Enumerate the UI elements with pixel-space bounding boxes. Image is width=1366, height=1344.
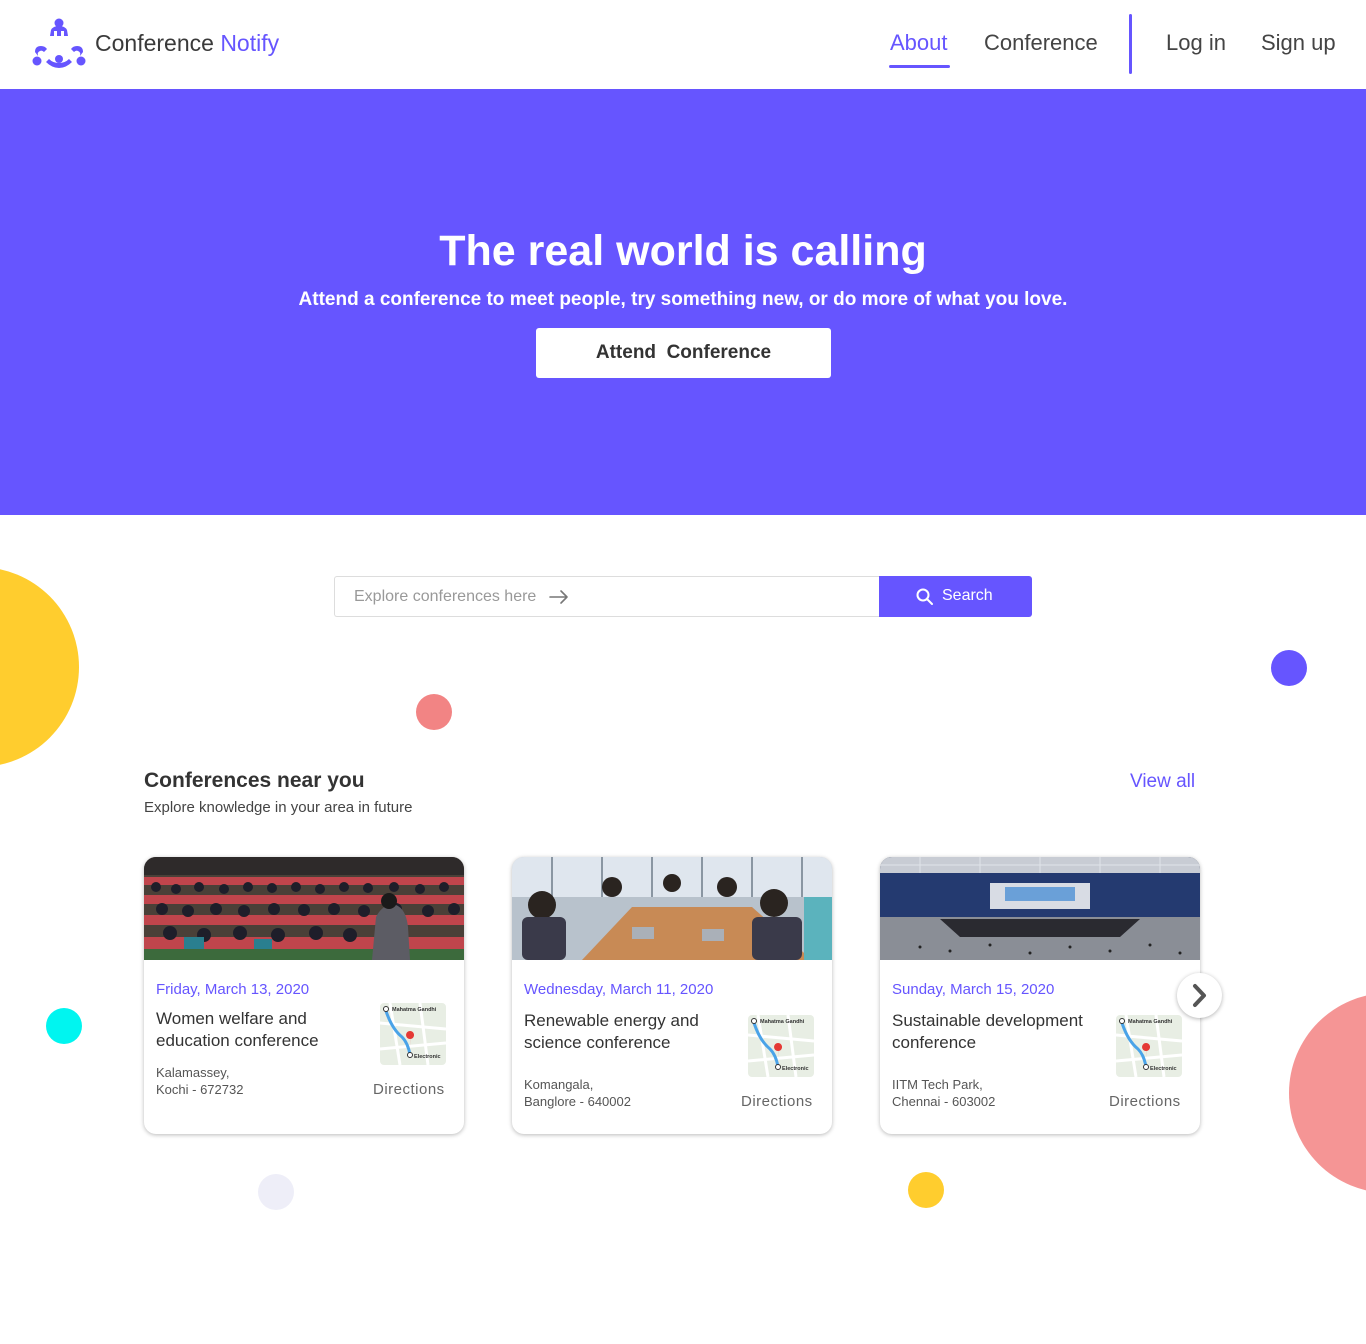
nav-login[interactable]: Log in bbox=[1166, 30, 1226, 56]
conference-photo-auditorium bbox=[144, 857, 464, 960]
card-date: Friday, March 13, 2020 bbox=[156, 981, 310, 998]
directions-link[interactable]: Directions bbox=[1109, 1093, 1181, 1110]
decor-circle-coral-large bbox=[1289, 993, 1366, 1193]
card-address-line1: IITM Tech Park, bbox=[892, 1077, 983, 1092]
section-subtitle: Explore knowledge in your area in future bbox=[144, 799, 413, 816]
card-date: Sunday, March 15, 2020 bbox=[892, 981, 1055, 998]
card-address: Komangala, Banglore - 640002 bbox=[524, 1076, 631, 1110]
search-icon bbox=[916, 588, 933, 605]
decor-circle-cyan bbox=[46, 1008, 82, 1044]
card-address-line1: Kalamassey, bbox=[156, 1065, 230, 1080]
nav-about[interactable]: About bbox=[890, 30, 948, 56]
carousel-next-button[interactable] bbox=[1177, 973, 1222, 1018]
map-label-bottom: Electronic bbox=[1150, 1066, 1177, 1072]
card-date: Wednesday, March 11, 2020 bbox=[524, 981, 714, 998]
brand-name-part1: Conference bbox=[95, 30, 214, 56]
search-button-label: Search bbox=[942, 587, 993, 604]
card-address-line1: Komangala, bbox=[524, 1077, 594, 1092]
search-bar: Search bbox=[334, 576, 1032, 617]
map-label-top: Mahatma Gandhi bbox=[1128, 1019, 1173, 1025]
map-thumbnail[interactable]: Mahatma Gandhi Electronic bbox=[380, 1003, 446, 1065]
hero-subtitle: Attend a conference to meet people, try … bbox=[298, 289, 1068, 310]
decor-circle-lavender bbox=[258, 1174, 294, 1210]
directions-link[interactable]: Directions bbox=[373, 1081, 445, 1098]
card-address: IITM Tech Park, Chennai - 603002 bbox=[892, 1076, 995, 1110]
conference-photo-arena bbox=[880, 857, 1200, 960]
map-thumbnail[interactable]: Mahatma Gandhi Electronic bbox=[748, 1015, 814, 1077]
map-label-bottom: Electronic bbox=[414, 1054, 441, 1060]
conference-card[interactable]: Sunday, March 15, 2020 Sustainable devel… bbox=[880, 857, 1200, 1134]
people-group-icon[interactable] bbox=[32, 18, 86, 70]
page: Conference Notify About Conference Log i… bbox=[0, 0, 1366, 1344]
card-title[interactable]: Renewable energy and science conference bbox=[524, 1010, 734, 1054]
search-button[interactable]: Search bbox=[879, 576, 1032, 617]
conference-card[interactable]: Wednesday, March 11, 2020 Renewable ener… bbox=[512, 857, 832, 1134]
card-title[interactable]: Sustainable development conference bbox=[892, 1010, 1102, 1054]
directions-link[interactable]: Directions bbox=[741, 1093, 813, 1110]
decor-circle-coral bbox=[416, 694, 452, 730]
chevron-right-icon bbox=[1193, 984, 1206, 1007]
arrow-right-icon bbox=[549, 590, 568, 604]
view-all-link[interactable]: View all bbox=[1130, 771, 1195, 793]
decor-circle-yellow-small bbox=[908, 1172, 944, 1208]
map-label-top: Mahatma Gandhi bbox=[392, 1007, 437, 1013]
section-title: Conferences near you bbox=[144, 769, 365, 792]
top-navbar: Conference Notify About Conference Log i… bbox=[0, 0, 1366, 89]
map-thumbnail[interactable]: Mahatma Gandhi Electronic bbox=[1116, 1015, 1182, 1077]
map-label-bottom: Electronic bbox=[782, 1066, 809, 1072]
hero-banner: The real world is calling Attend a confe… bbox=[0, 89, 1366, 515]
nav-divider bbox=[1129, 14, 1132, 74]
search-input[interactable] bbox=[334, 576, 880, 617]
decor-circle-purple bbox=[1271, 650, 1307, 686]
nav-conference[interactable]: Conference bbox=[984, 30, 1098, 56]
card-address-line2: Chennai - 603002 bbox=[892, 1094, 996, 1109]
decor-circle-yellow-large bbox=[0, 567, 79, 767]
brand-name-part2: Notify bbox=[220, 30, 280, 56]
map-label-top: Mahatma Gandhi bbox=[760, 1019, 805, 1025]
card-address: Kalamassey, Kochi - 672732 bbox=[156, 1064, 243, 1098]
card-address-line2: Banglore - 640002 bbox=[524, 1094, 631, 1109]
conference-card[interactable]: Friday, March 13, 2020 Women welfare and… bbox=[144, 857, 464, 1134]
attend-conference-button[interactable]: Attend Conference bbox=[536, 328, 831, 378]
nav-signup[interactable]: Sign up bbox=[1261, 30, 1336, 56]
card-address-line2: Kochi - 672732 bbox=[156, 1082, 244, 1097]
hero-title: The real world is calling bbox=[439, 227, 927, 275]
card-title[interactable]: Women welfare and education conference bbox=[156, 1008, 366, 1052]
conference-photo-meeting bbox=[512, 857, 832, 960]
nav-active-underline bbox=[889, 65, 950, 68]
brand-name[interactable]: Conference Notify bbox=[95, 30, 279, 57]
